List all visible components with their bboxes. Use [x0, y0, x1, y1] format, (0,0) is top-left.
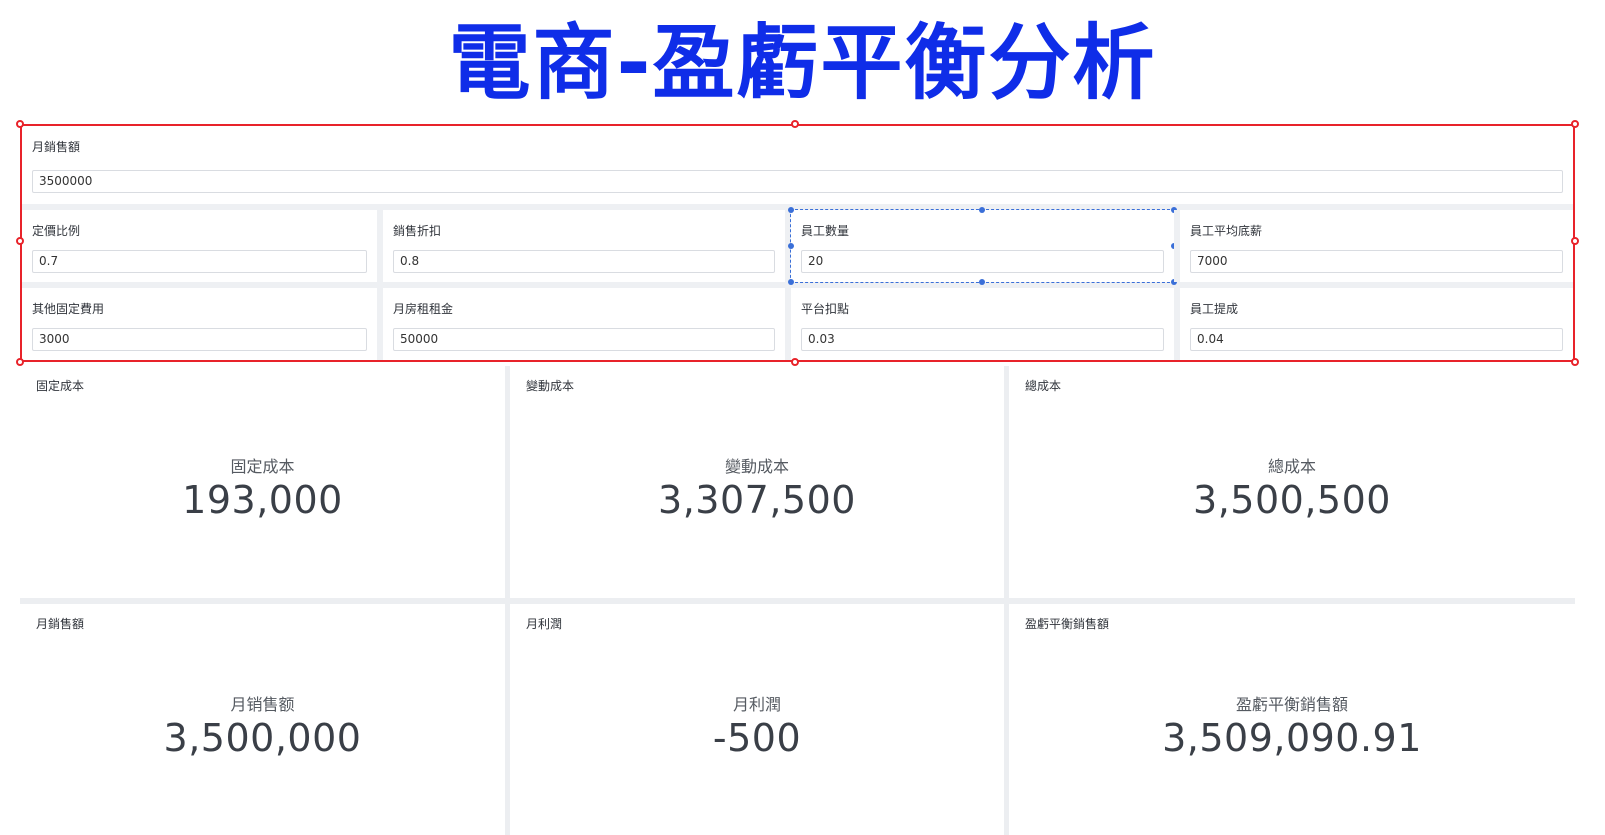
kpi-value: 3,307,500 [658, 478, 856, 522]
platform-fee-label: 平台扣點 [801, 302, 850, 316]
resize-handle[interactable] [979, 279, 985, 285]
employee-base-salary-label: 員工平均底薪 [1190, 224, 1263, 238]
kpi-label: 總成本 [1267, 457, 1316, 476]
kpi-label: 月销售额 [230, 695, 295, 714]
resize-handle[interactable] [788, 279, 794, 285]
kpi-value: 3,509,090.91 [1162, 716, 1422, 760]
pricing-ratio-control: 定價比例 0.7 [22, 210, 377, 282]
platform-fee-input[interactable]: 0.03 [801, 328, 1164, 351]
employee-count-label: 員工數量 [801, 224, 850, 238]
kpi-label: 變動成本 [724, 457, 789, 476]
variable-cost-card[interactable]: 變動成本 變動成本 3,307,500 [510, 366, 1004, 598]
employee-base-salary-input[interactable]: 7000 [1190, 250, 1563, 273]
employee-commission-input[interactable]: 0.04 [1190, 328, 1563, 351]
monthly-profit-card[interactable]: 月利潤 月利潤 -500 [510, 604, 1004, 835]
other-fixed-costs-control: 其他固定費用 3000 [22, 288, 377, 360]
monthly-sales-input[interactable]: 3500000 [32, 170, 1563, 193]
other-fixed-costs-input[interactable]: 3000 [32, 328, 367, 351]
selection-handle[interactable] [791, 358, 799, 366]
employee-count-input[interactable]: 20 [801, 250, 1164, 273]
selection-handle[interactable] [1571, 120, 1579, 128]
monthly-sales-control: 月銷售額 3500000 [22, 126, 1573, 204]
card-caption: 固定成本 [36, 379, 85, 393]
employee-commission-control: 員工提成 0.04 [1180, 288, 1573, 360]
sales-discount-control: 銷售折扣 0.8 [383, 210, 785, 282]
sales-discount-label: 銷售折扣 [393, 224, 442, 238]
pricing-ratio-input[interactable]: 0.7 [32, 250, 367, 273]
card-caption: 變動成本 [526, 379, 575, 393]
total-cost-card[interactable]: 總成本 總成本 3,500,500 [1009, 366, 1575, 598]
kpi-value: 193,000 [182, 478, 343, 522]
breakeven-sales-card[interactable]: 盈虧平衡銷售額 盈虧平衡銷售額 3,509,090.91 [1009, 604, 1575, 835]
kpi-grid: 固定成本 固定成本 193,000 變動成本 變動成本 3,307,500 總成… [20, 366, 1575, 835]
employee-count-control[interactable]: 員工數量 20 [788, 207, 1177, 285]
card-caption: 總成本 [1025, 379, 1062, 393]
card-caption: 月利潤 [526, 617, 563, 631]
employee-base-salary-control: 員工平均底薪 7000 [1180, 210, 1573, 282]
selection-handle[interactable] [16, 120, 24, 128]
resize-handle[interactable] [788, 243, 794, 249]
selection-handle[interactable] [791, 120, 799, 128]
kpi-value: 3,500,500 [1193, 478, 1391, 522]
monthly-sales-label: 月銷售額 [32, 140, 81, 154]
selection-handle[interactable] [1571, 358, 1579, 366]
resize-handle[interactable] [788, 207, 794, 213]
platform-fee-control: 平台扣點 0.03 [791, 288, 1174, 360]
kpi-value: 3,500,000 [163, 716, 362, 760]
selection-handle[interactable] [1571, 237, 1579, 245]
selection-handle[interactable] [16, 358, 24, 366]
kpi-label: 盈虧平衡銷售額 [1235, 695, 1348, 714]
monthly-rent-input[interactable]: 50000 [393, 328, 775, 351]
page-title: 電商-盈虧平衡分析 [448, 16, 1157, 111]
card-caption: 盈虧平衡銷售額 [1025, 617, 1110, 631]
selection-handle[interactable] [16, 237, 24, 245]
pricing-ratio-label: 定價比例 [32, 224, 81, 238]
monthly-sales-card[interactable]: 月銷售額 月销售额 3,500,000 [20, 604, 505, 835]
sales-discount-input[interactable]: 0.8 [393, 250, 775, 273]
kpi-label: 月利潤 [732, 695, 781, 714]
resize-handle[interactable] [979, 207, 985, 213]
monthly-rent-label: 月房租租金 [393, 302, 454, 316]
fixed-cost-card[interactable]: 固定成本 固定成本 193,000 [20, 366, 505, 598]
kpi-value: -500 [712, 716, 802, 760]
card-caption: 月銷售額 [36, 617, 85, 631]
kpi-label: 固定成本 [230, 457, 295, 476]
employee-commission-label: 員工提成 [1190, 302, 1239, 316]
other-fixed-costs-label: 其他固定費用 [32, 302, 105, 316]
monthly-rent-control: 月房租租金 50000 [383, 288, 785, 360]
inputs-panel[interactable]: 月銷售額 3500000 定價比例 0.7 銷售折扣 0.8 員工數量 20 員… [16, 120, 1579, 366]
